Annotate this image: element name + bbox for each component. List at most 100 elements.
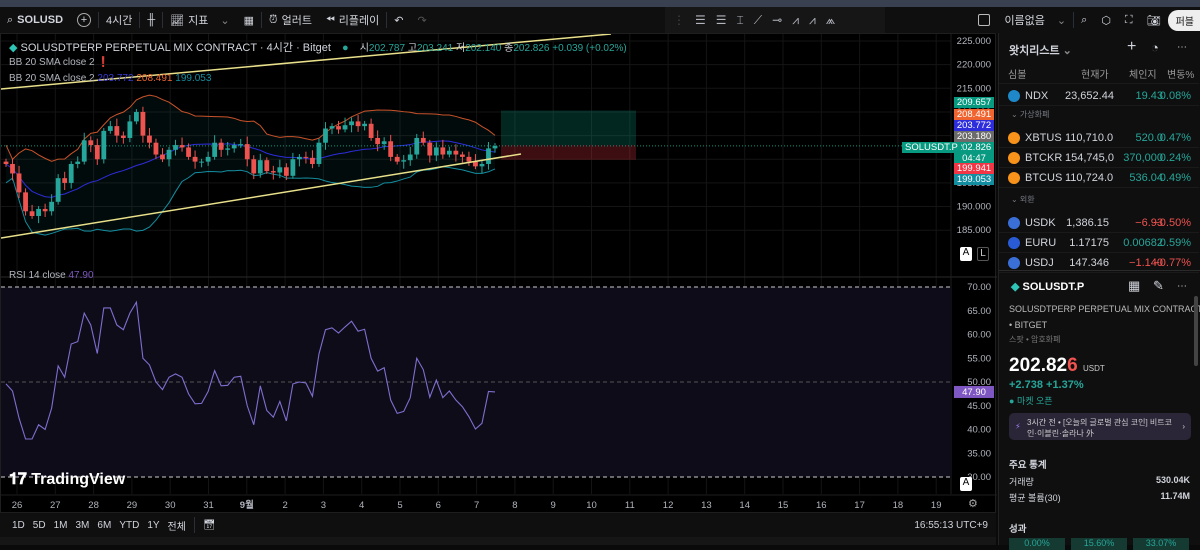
redo-button[interactable]: ↷ [411,10,434,30]
col-change[interactable]: 체인지 [1129,66,1157,81]
range-5d[interactable]: 5D [33,520,46,531]
col-last[interactable]: 현재가 [1081,66,1109,81]
layout-name: 이름없음 [1004,15,1045,27]
candle-body [75,161,81,164]
detail-grid-button[interactable]: ▦ [1128,278,1140,294]
watchlist-group-header[interactable]: ⌄ 가상화폐 [1011,109,1049,120]
publish-button[interactable]: 퍼블 [1167,9,1200,31]
range-all[interactable]: 전체 [168,518,186,533]
perf-chip[interactable]: 33.07% [1133,538,1189,550]
chart-type-button[interactable]: ╫ [140,10,162,30]
scrollbar[interactable] [1194,296,1198,366]
range-1m[interactable]: 1M [54,520,68,531]
range-1y[interactable]: 1Y [147,520,159,531]
candle-body [297,156,302,160]
undo-button[interactable]: ↶ [387,10,410,30]
watchlist-row[interactable]: EURU 1.17175 0.00682 0.59% [999,233,1199,253]
watchlist-row[interactable]: USDK 1,386.15 −6.93 −0.50% [999,213,1199,233]
indicators-button[interactable]: 📈︎ 지표 ⌄ [163,10,236,30]
abcd-pattern-icon[interactable]: ⩘ [809,13,816,28]
row-symbol: BTCKR [1025,151,1063,164]
time-axis-settings-icon[interactable]: ⚙︎ [968,497,978,510]
price-chart[interactable]: 225.000220.000215.000210.000205.000200.0… [1,34,997,514]
symbol-logo-icon [1008,256,1020,269]
replay-button[interactable]: ⏪︎ 리플레이 [319,10,386,30]
range-6m[interactable]: 6M [97,520,111,531]
rsi-legend[interactable]: RSI 14 close 47.90 [9,270,94,281]
row-change-pct: 0.49% [1159,171,1191,184]
time-tick: 9월 [240,499,254,511]
templates-button[interactable]: ▦ [237,10,261,30]
clock[interactable]: 16:55:13 UTC+9 [914,520,988,531]
price-range-icon[interactable]: ⌶ [737,13,744,28]
candle-body [492,146,498,149]
interval-button[interactable]: 4시간 [99,10,139,30]
detail-more-button[interactable]: ⋯ [1177,281,1187,292]
news-card[interactable]: ⚡︎ 3시간 전 • [오늘의 글로벌 관심 코인] 비트코인·이블린·솔라나 外… [1009,413,1191,440]
range-1d[interactable]: 1D [12,520,25,531]
candle-body [186,147,191,157]
snapshot-button[interactable]: 📷︎ [1140,10,1168,30]
change-value: +0.039 (+0.02%) [552,43,627,54]
row-symbol: USDK [1025,216,1056,229]
fullscreen-button[interactable]: ⛶ [1118,10,1140,30]
trend-line-icon[interactable]: ⟋ [754,13,762,28]
pattern-icon[interactable]: ⩕ [826,13,835,28]
settings-button[interactable]: ⬡ [1094,10,1118,30]
quick-search-button[interactable]: ⌕ [1074,10,1094,30]
change-abs: +2.738 [1009,379,1043,391]
candle-body [283,167,289,176]
candle-body [81,140,87,162]
symbol-logo-icon: ◆ [1011,281,1020,293]
auto-scale-button-rsi[interactable]: A [960,477,972,491]
watchlist-row[interactable]: BTCUS 110,724.0 536.04 0.49% [999,168,1199,188]
more-button[interactable]: ⋯ [1177,42,1187,53]
elliott-wave-icon[interactable]: ⩘ [792,13,799,28]
advanced-view-button[interactable]: ◔ [1151,40,1159,55]
row-last: 1.17175 [1069,236,1109,249]
short-position-icon[interactable]: ☰ [716,13,727,27]
auto-scale-button[interactable]: A [960,247,972,261]
horizontal-ray-icon[interactable]: ⊸ [772,13,782,27]
detail-symbol[interactable]: ◆ SOLUSDT.P [1011,280,1084,293]
log-scale-button[interactable]: L [977,247,989,261]
watchlist-title-button[interactable]: 왓치리스트 ⌄ [1009,42,1072,58]
watchlist-row[interactable]: XBTUS 110,710.0 520.0 0.47% [999,128,1199,148]
col-change-pct[interactable]: 변동% [1167,66,1194,81]
row-change-pct: −0.50% [1153,216,1191,229]
status-dot-icon: ● [1009,396,1015,406]
chart-panel[interactable]: 225.000220.000215.000210.000205.000200.0… [0,33,997,514]
perf-chip[interactable]: 0.00% [1009,538,1065,550]
candle-body [94,145,100,160]
detail-exchange: • BITGET [1009,320,1048,330]
compare-button[interactable]: + [70,10,98,30]
time-tick: 2 [282,500,287,511]
layout-button[interactable]: 이름없음 ⌄ [971,10,1073,30]
tradingview-logo[interactable]: 𝟏𝟕 TradingView [9,471,125,489]
watchlist-row[interactable]: BTCKR 154,745,0 370,000 0.24% [999,148,1199,168]
watchlist-group-header[interactable]: ⌄ 외환 [1011,194,1035,205]
range-ytd[interactable]: YTD [119,520,139,531]
alert-button[interactable]: ⏰︎ 얼러트 [262,10,319,30]
drag-handle-icon[interactable]: ⋮ [673,13,685,27]
stats-title: 주요 통계 [1009,460,1047,471]
add-symbol-button[interactable]: + [1127,38,1136,56]
candle-body [127,121,133,138]
bb-label: BB 20 SMA close 2 [9,73,95,84]
col-symbol[interactable]: 심볼 [1008,66,1026,81]
bb-legend-1[interactable]: BB 20 SMA close 2 ❗ [9,57,110,68]
long-position-icon[interactable]: ☰ [695,13,706,27]
detail-edit-button[interactable]: ✎ [1153,278,1164,294]
calendar-icon[interactable]: 📅︎ [203,520,216,531]
row-symbol: BTCUS [1025,171,1063,184]
range-3m[interactable]: 3M [76,520,90,531]
rsi-tick: 35.00 [967,448,991,459]
time-tick: 7 [474,500,479,511]
symbol-search[interactable]: ⌕ SOLUSD [0,10,70,30]
perf-chip[interactable]: 15.60% [1071,538,1127,550]
bb-legend-2[interactable]: BB 20 SMA close 2 203.772 208.491 199.05… [9,73,211,84]
time-tick: 15 [778,500,789,511]
watchlist-row[interactable]: NDX 23,652.44 19.43 0.08% [999,86,1199,106]
watchlist-title: 왓치리스트 [1009,45,1060,57]
price-axis-badge: 208.491 [954,109,994,120]
